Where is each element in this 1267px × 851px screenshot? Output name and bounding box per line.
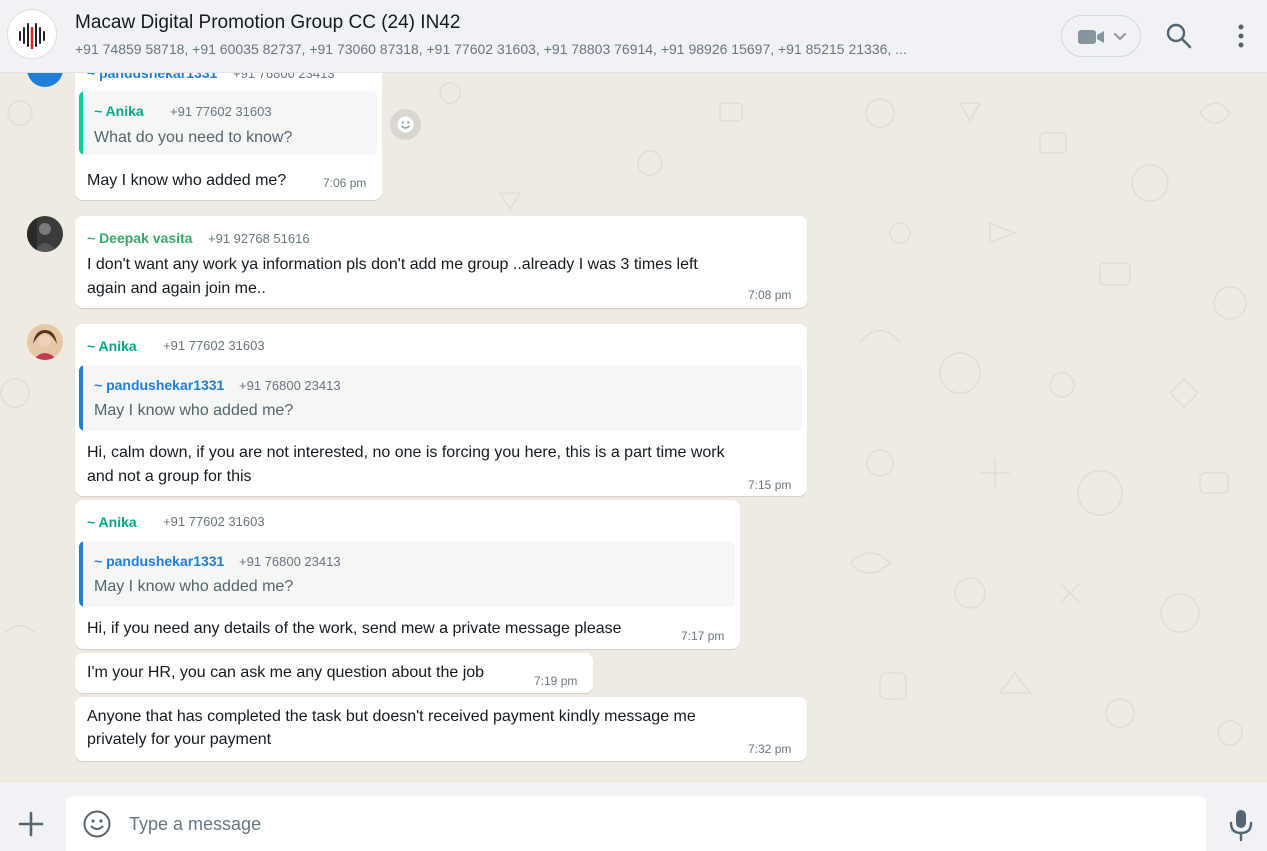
video-camera-icon (1078, 30, 1104, 44)
microphone-icon (1229, 810, 1253, 842)
kebab-menu-icon (1238, 24, 1244, 48)
voice-message-button[interactable] (1226, 808, 1256, 842)
react-button[interactable] (390, 109, 421, 140)
chat-panel[interactable]: ~ pandushekar1331 +91 76800 23413 ~ Anik… (0, 73, 1267, 783)
search-button[interactable] (1165, 22, 1193, 50)
message-sender[interactable]: ~ Anika (87, 338, 137, 354)
plus-icon (18, 811, 44, 837)
message-bubble[interactable]: ~ Anika +91 77602 31603 ~ pandushekar133… (75, 324, 807, 496)
quoted-sender: ~ Anika (94, 103, 144, 119)
emoji-react-icon (397, 116, 414, 133)
quoted-message[interactable]: ~ pandushekar1331 +91 76800 23413 May I … (79, 541, 735, 607)
quoted-sender-phone: +91 76800 23413 (239, 378, 341, 393)
quote-bar (79, 91, 83, 155)
message-bubble[interactable]: Anyone that has completed the task but d… (75, 697, 807, 761)
message-composer (0, 783, 1267, 851)
search-icon (1166, 23, 1192, 49)
quoted-sender-phone: +91 76800 23413 (239, 554, 341, 569)
message-time: 7:08 pm (748, 288, 792, 302)
message-bubble[interactable]: ~ Anika +91 77602 31603 ~ pandushekar133… (75, 500, 740, 649)
avatar[interactable] (27, 216, 63, 252)
message-sender-phone: +91 92768 51616 (208, 231, 310, 246)
message-time: 7:06 pm (323, 176, 367, 190)
message-text: Hi, if you need any details of the work,… (87, 620, 622, 637)
chat-header: Macaw Digital Promotion Group CC (24) IN… (0, 0, 1267, 73)
message-time: 7:19 pm (534, 674, 578, 688)
quoted-sender: ~ pandushekar1331 (94, 553, 225, 569)
emoji-button[interactable] (82, 809, 112, 839)
message-text-line: Anyone that has completed the task but d… (87, 708, 696, 725)
quoted-text: May I know who added me? (94, 578, 294, 595)
user-photo (27, 324, 63, 360)
message-text: I'm your HR, you can ask me any question… (87, 664, 485, 681)
quoted-sender-phone: +91 77602 31603 (170, 104, 272, 119)
message-sender-phone: +91 76800 23413 (233, 73, 335, 81)
menu-button[interactable] (1229, 22, 1253, 50)
message-text-line: I don't want any work ya information pls… (87, 256, 698, 273)
message-text-line: and not a group for this (87, 468, 252, 485)
quote-bar (79, 541, 83, 607)
message-sender-phone: +91 77602 31603 (163, 338, 265, 353)
video-call-button[interactable] (1061, 15, 1141, 57)
quoted-text: May I know who added me? (94, 402, 294, 419)
chevron-down-icon (1114, 33, 1126, 41)
message-sender[interactable]: ~ Anika (87, 514, 137, 530)
avatar[interactable] (27, 324, 63, 360)
message-sender-phone: +91 77602 31603 (163, 514, 265, 529)
message-sender[interactable]: ~ Deepak vasita (87, 230, 192, 246)
message-text-line: Hi, calm down, if you are not interested… (87, 444, 725, 461)
quoted-message[interactable]: ~ Anika +91 77602 31603 What do you need… (79, 91, 377, 155)
quote-bar (79, 365, 83, 431)
group-logo-icon (19, 23, 45, 50)
message-time: 7:15 pm (748, 478, 792, 492)
message-time: 7:17 pm (681, 629, 725, 643)
message-text-line: again and again join me.. (87, 280, 266, 297)
attach-button[interactable] (17, 810, 45, 838)
user-photo (27, 216, 63, 252)
message-input[interactable] (129, 810, 1179, 838)
message-text: May I know who added me? (87, 172, 287, 189)
group-title[interactable]: Macaw Digital Promotion Group CC (24) IN… (75, 12, 460, 34)
message-bubble[interactable]: ~ pandushekar1331 +91 76800 23413 ~ Anik… (75, 73, 382, 200)
quoted-sender: ~ pandushekar1331 (94, 377, 225, 393)
message-sender[interactable]: ~ pandushekar1331 (87, 73, 217, 81)
message-input-box[interactable] (66, 796, 1206, 851)
quoted-text: What do you need to know? (94, 129, 293, 146)
message-text-line: privately for your payment (87, 731, 272, 748)
group-avatar[interactable] (7, 9, 57, 59)
message-bubble[interactable]: ~ Deepak vasita +91 92768 51616 I don't … (75, 216, 807, 308)
message-bubble[interactable]: I'm your HR, you can ask me any question… (75, 653, 593, 693)
quoted-message[interactable]: ~ pandushekar1331 +91 76800 23413 May I … (79, 365, 802, 431)
emoji-icon (83, 810, 111, 838)
message-time: 7:32 pm (748, 742, 792, 756)
group-members-list[interactable]: +91 74859 58718, +91 60035 82737, +91 73… (75, 41, 1025, 57)
